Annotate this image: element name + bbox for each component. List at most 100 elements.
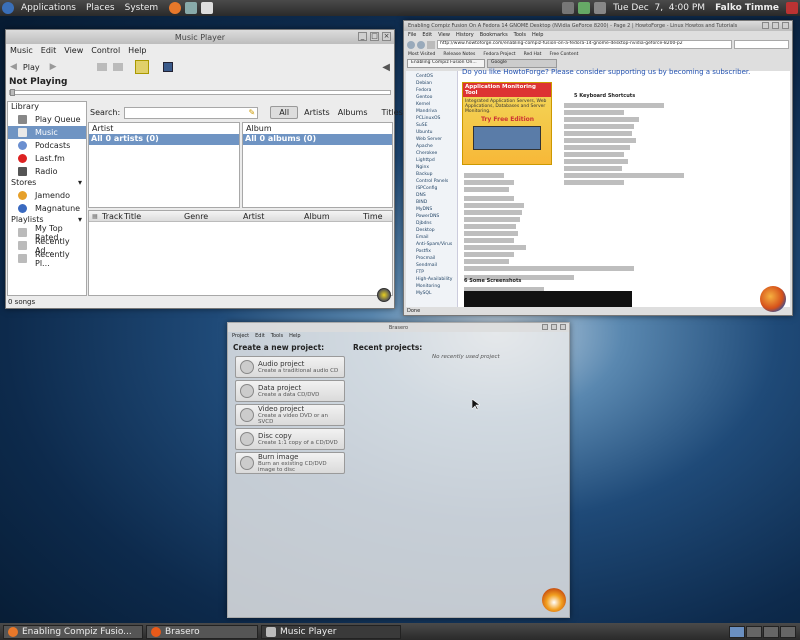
sidebar-item-magnatune[interactable]: Magnatune [8, 202, 86, 215]
site-nav-link[interactable]: MyDNS [416, 206, 457, 213]
url-bar[interactable]: http://www.howtoforge.com/enabling-compi… [437, 40, 732, 49]
site-nav-link[interactable]: Debian [416, 80, 457, 87]
clear-icon[interactable]: ✎ [248, 108, 255, 117]
site-nav-link[interactable]: Sendmail [416, 262, 457, 269]
firefox-menu-bookmarks[interactable]: Bookmarks [480, 32, 508, 38]
site-nav-link[interactable]: Ubuntu [416, 129, 457, 136]
brasero-titlebar[interactable]: Brasero [228, 323, 569, 332]
site-nav-link[interactable]: Nginx [416, 164, 457, 171]
site-nav-link[interactable]: PCLinuxOS [416, 115, 457, 122]
user-name[interactable]: Falko Timme [710, 3, 784, 13]
filter-albums-button[interactable]: Albums [336, 107, 370, 118]
mail-launcher-icon[interactable] [185, 2, 198, 14]
brasero-menu-project[interactable]: Project [232, 333, 249, 339]
workspace-1[interactable] [729, 625, 745, 638]
firefox-menu-tools[interactable]: Tools [514, 32, 526, 38]
site-nav-link[interactable]: BIND [416, 199, 457, 206]
sidebar-item-podcasts[interactable]: Podcasts [8, 139, 86, 152]
sidebar-item-music[interactable]: Music [8, 126, 86, 139]
site-nav-link[interactable]: Email [416, 234, 457, 241]
tab-howtoforge[interactable]: Enabling Compiz Fusion On... [407, 59, 485, 68]
audio-project-button[interactable]: Audio project Create a traditional audio … [235, 356, 345, 378]
site-nav-link[interactable]: Cherokee [416, 150, 457, 157]
firefox-menu-history[interactable]: History [456, 32, 474, 38]
music-player-titlebar[interactable]: Music Player _ □ × [6, 30, 394, 44]
menu-help[interactable]: Help [128, 46, 146, 55]
site-nav-link[interactable]: Backup [416, 171, 457, 178]
bookmark-fedora-project[interactable]: Fedora Project [483, 52, 515, 57]
bookmark-red-hat[interactable]: Red Hat [524, 52, 542, 57]
volume-icon[interactable]: ◀ [382, 62, 390, 73]
firefox-menu-help[interactable]: Help [532, 32, 543, 38]
burn-image-button[interactable]: Burn image Burn an existing CD/DVD image … [235, 452, 345, 474]
taskbar-brasero[interactable]: Brasero [146, 624, 258, 639]
brasero-menu-tools[interactable]: Tools [271, 333, 283, 339]
site-nav-link[interactable]: Lighttpd [416, 157, 457, 164]
col-artist[interactable]: Artist [243, 212, 304, 221]
artist-all-row[interactable]: All 0 artists (0) [89, 134, 239, 145]
site-nav-link[interactable]: CentOS [416, 73, 457, 80]
close-icon[interactable] [782, 22, 789, 29]
site-nav-link[interactable]: Postfix [416, 248, 457, 255]
sidebar-item-lastfm[interactable]: Last.fm [8, 152, 86, 165]
brasero-menu-edit[interactable]: Edit [255, 333, 265, 339]
taskbar-music-player[interactable]: Music Player [261, 624, 401, 639]
seek-bar[interactable] [9, 89, 391, 96]
site-nav-link[interactable]: Desktop [416, 227, 457, 234]
site-nav-link[interactable]: Apache [416, 143, 457, 150]
clock[interactable]: Tue Dec 7, 4:00 PM [608, 3, 710, 13]
minimize-icon[interactable] [542, 324, 548, 330]
col-title[interactable]: Title [124, 212, 184, 221]
tab-google[interactable]: Google [487, 59, 557, 68]
site-nav-link[interactable]: ISPConfig [416, 185, 457, 192]
firefox-menu-view[interactable]: View [438, 32, 450, 38]
system-menu[interactable]: System [120, 3, 164, 13]
reload-icon[interactable] [427, 40, 435, 49]
maximize-icon[interactable] [551, 324, 557, 330]
places-menu[interactable]: Places [81, 3, 120, 13]
close-icon[interactable]: × [382, 32, 391, 41]
minimize-icon[interactable]: _ [358, 32, 367, 41]
site-nav-link[interactable]: Mandriva [416, 108, 457, 115]
status-icon[interactable] [377, 288, 391, 302]
browse-icon[interactable] [134, 60, 149, 74]
search-input[interactable]: ✎ [124, 106, 259, 119]
album-all-row[interactable]: All 0 albums (0) [243, 134, 392, 145]
stores-header[interactable]: Stores ▾ [8, 178, 86, 189]
artist-header[interactable]: Artist [89, 123, 239, 134]
firefox-titlebar[interactable]: Enabling Compiz Fusion On A Fedora 14 GN… [404, 21, 792, 31]
site-nav-link[interactable]: Monitoring [416, 283, 457, 290]
col-genre[interactable]: Genre [184, 212, 243, 221]
menu-edit[interactable]: Edit [41, 46, 57, 55]
play-button[interactable]: Play [23, 63, 40, 72]
taskbar-firefox[interactable]: Enabling Compiz Fusio... [3, 624, 143, 639]
disc-copy-button[interactable]: Disc copy Create 1:1 copy of a CD/DVD [235, 428, 345, 450]
screenshot-thumbnail[interactable] [464, 291, 632, 307]
subscribe-banner[interactable]: Do you like HowtoForge? Please consider … [462, 68, 782, 76]
site-nav-link[interactable]: MySQL [416, 290, 457, 297]
site-nav-link[interactable]: High-Availability [416, 276, 457, 283]
fedora-logo-icon[interactable] [2, 2, 14, 14]
maximize-icon[interactable]: □ [370, 32, 379, 41]
network-icon[interactable] [562, 2, 575, 14]
site-nav-link[interactable]: DNS [416, 192, 457, 199]
menu-view[interactable]: View [64, 46, 83, 55]
next-icon[interactable]: ▶ [50, 62, 57, 72]
col-album[interactable]: Album [304, 212, 363, 221]
site-nav-link[interactable]: SuSE [416, 122, 457, 129]
maximize-icon[interactable] [772, 22, 779, 29]
previous-icon[interactable]: ◀ [10, 62, 17, 72]
forward-icon[interactable] [417, 40, 425, 49]
sidebar-item-radio[interactable]: Radio [8, 165, 86, 178]
filter-artists-button[interactable]: Artists [302, 107, 332, 118]
firefox-launcher-icon[interactable] [169, 2, 182, 14]
firefox-desktop-icon[interactable] [760, 286, 786, 312]
site-nav-link[interactable]: Procmail [416, 255, 457, 262]
site-nav-link[interactable]: Control Panels [416, 178, 457, 185]
workspace-switcher[interactable] [729, 625, 796, 638]
filter-titles-button[interactable]: Titles [380, 107, 405, 118]
menu-music[interactable]: Music [10, 46, 33, 55]
firefox-menu-edit[interactable]: Edit [422, 32, 432, 38]
shuffle-icon[interactable] [112, 63, 123, 71]
back-icon[interactable] [407, 40, 415, 49]
